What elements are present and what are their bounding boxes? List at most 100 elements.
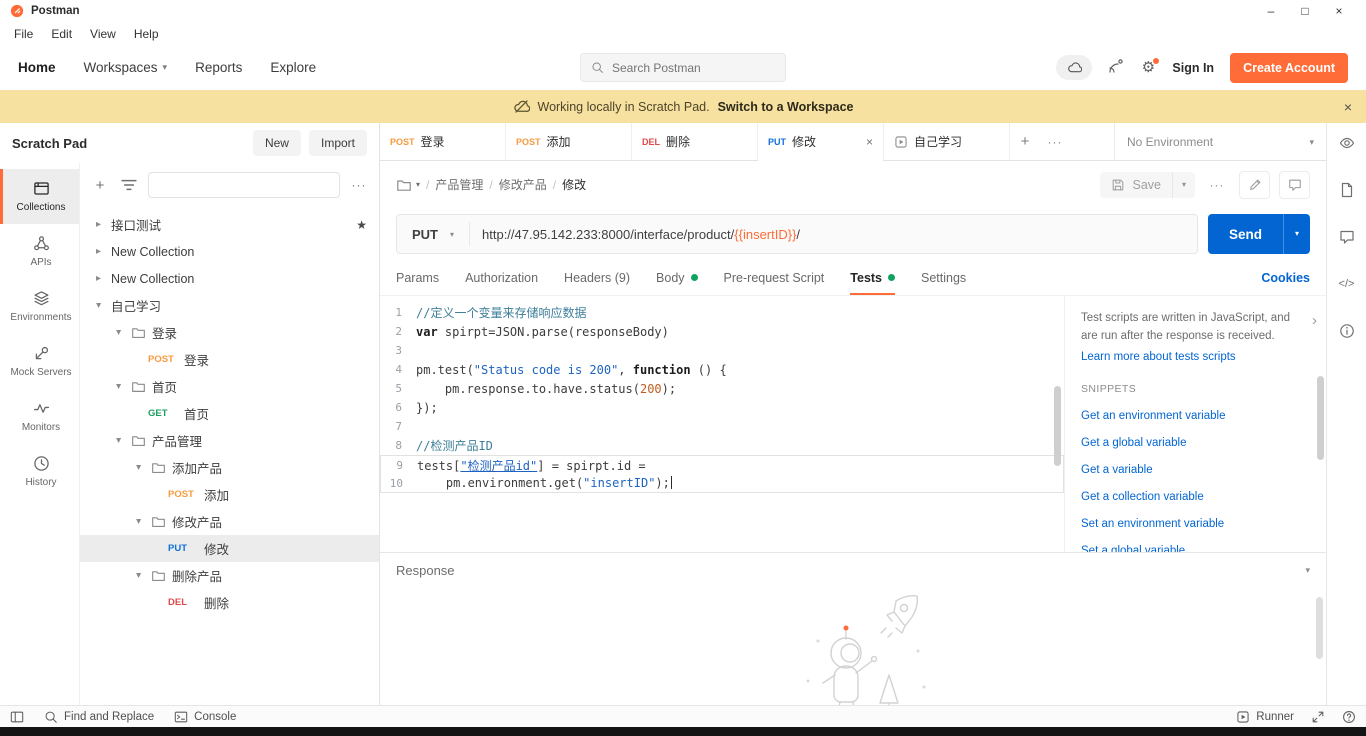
send-options-button[interactable]: ▾ <box>1283 214 1310 254</box>
new-button[interactable]: New <box>252 130 301 156</box>
method-selector[interactable]: PUT ▾ <box>397 227 469 242</box>
switch-workspace-link[interactable]: Switch to a Workspace <box>718 100 854 114</box>
code-editor[interactable]: 1//定义一个变量来存储响应数据 2 var spirpt=JSON.parse(r… <box>380 296 1064 552</box>
request-info-button[interactable] <box>1339 323 1355 339</box>
create-account-button[interactable]: Create Account <box>1230 52 1348 83</box>
help[interactable] <box>1342 710 1356 724</box>
snippet-link[interactable]: Get a collection variable <box>1081 491 1308 503</box>
tree-collection[interactable]: ▸ 自己学习 <box>80 292 379 319</box>
minimize-button[interactable]: – <box>1254 0 1288 22</box>
send-button[interactable]: Send <box>1207 214 1283 254</box>
open-tab[interactable]: 自己学习 <box>884 123 1010 160</box>
rail-monitors[interactable]: Monitors <box>0 389 79 444</box>
rail-mock[interactable]: Mock Servers <box>0 334 79 389</box>
maximize-button[interactable]: □ <box>1288 0 1322 22</box>
tree-folder[interactable]: ▸ 登录 <box>80 319 379 346</box>
req-tab-tests[interactable]: Tests <box>850 260 896 295</box>
open-tab[interactable]: POST 添加 <box>506 123 632 160</box>
expand-editor[interactable] <box>1311 710 1325 724</box>
req-tab-pre-request-script[interactable]: Pre-request Script <box>724 260 825 295</box>
tree-folder[interactable]: ▸ 添加产品 <box>80 454 379 481</box>
rail-apis[interactable]: APIs <box>0 224 79 279</box>
edit-button[interactable] <box>1239 170 1270 199</box>
find-and-replace[interactable]: Find and Replace <box>44 710 154 724</box>
request-more-button[interactable]: ··· <box>1204 171 1230 199</box>
save-button[interactable]: Save <box>1100 172 1172 198</box>
settings-button[interactable]: ⚙ <box>1140 56 1161 76</box>
search-input[interactable] <box>612 60 775 75</box>
req-tab-params[interactable]: Params <box>396 260 439 295</box>
close-tab-icon[interactable]: × <box>866 135 873 149</box>
open-tab[interactable]: DEL 删除 <box>632 123 758 160</box>
tree-collection[interactable]: ▸ 接口测试 ★ <box>80 211 379 238</box>
new-tab-button[interactable]: + <box>1010 123 1040 160</box>
snippets-scrollbar-thumb[interactable] <box>1317 376 1324 460</box>
snippet-link[interactable]: Set a global variable <box>1081 545 1308 552</box>
snippet-link[interactable]: Get a variable <box>1081 464 1308 476</box>
documentation-button[interactable] <box>1339 182 1355 198</box>
snippet-link[interactable]: Get an environment variable <box>1081 410 1308 422</box>
tree-folder[interactable]: ▸ 修改产品 <box>80 508 379 535</box>
environment-quick-look-button[interactable] <box>1339 135 1355 151</box>
tree-request[interactable]: POST 登录 <box>80 346 379 373</box>
nav-explore[interactable]: Explore <box>270 60 316 75</box>
nav-home[interactable]: Home <box>18 60 56 75</box>
code-snippet-button[interactable]: </> <box>1339 276 1355 292</box>
collection-crumb[interactable]: ▾ <box>396 177 420 193</box>
capture-requests-button[interactable] <box>1108 58 1124 78</box>
nav-reports[interactable]: Reports <box>195 60 242 75</box>
sign-in-button[interactable]: Sign In <box>1172 61 1214 75</box>
environment-selector[interactable]: No Environment ▾ <box>1114 123 1326 160</box>
breadcrumb-item[interactable]: 修改产品 <box>499 176 547 193</box>
url-input[interactable]: http://47.95.142.233:8000/interface/prod… <box>470 227 812 242</box>
response-section-header[interactable]: Response ▾ <box>380 553 1326 587</box>
menu-file[interactable]: File <box>14 27 33 41</box>
rail-environments[interactable]: Environments <box>0 279 79 334</box>
tree-folder[interactable]: ▸ 删除产品 <box>80 562 379 589</box>
menu-edit[interactable]: Edit <box>51 27 72 41</box>
filter-input[interactable] <box>148 172 340 198</box>
learn-more-link[interactable]: Learn more about tests scripts <box>1081 351 1308 363</box>
import-button[interactable]: Import <box>308 130 367 156</box>
tree-request[interactable]: POST 添加 <box>80 481 379 508</box>
collapse-panel-icon[interactable]: › <box>1312 312 1317 329</box>
req-tab-body[interactable]: Body <box>656 260 698 295</box>
toggle-sidebar[interactable] <box>10 710 24 724</box>
rail-history[interactable]: History <box>0 444 79 499</box>
req-tab-authorization[interactable]: Authorization <box>465 260 538 295</box>
tree-collection[interactable]: ▸ New Collection <box>80 238 379 265</box>
editor-scrollbar-thumb[interactable] <box>1054 386 1061 466</box>
console[interactable]: Console <box>174 710 236 724</box>
tree-request[interactable]: DEL 删除 <box>80 589 379 616</box>
menu-view[interactable]: View <box>90 27 116 41</box>
tree-request[interactable]: GET 首页 <box>80 400 379 427</box>
comment-button[interactable] <box>1279 170 1310 199</box>
breadcrumb-item[interactable]: 修改 <box>562 176 586 193</box>
tree-collection[interactable]: ▸ New Collection <box>80 265 379 292</box>
tab-options-button[interactable]: ··· <box>1040 123 1070 160</box>
snippet-link[interactable]: Get a global variable <box>1081 437 1308 449</box>
rail-collections[interactable]: Collections <box>0 169 79 224</box>
open-tab[interactable]: PUT 修改 × <box>758 123 884 161</box>
req-tab-headers[interactable]: Headers (9) <box>564 260 630 295</box>
add-collection-button[interactable]: + <box>90 175 110 195</box>
snippet-link[interactable]: Set an environment variable <box>1081 518 1308 530</box>
banner-close-button[interactable]: × <box>1344 99 1352 115</box>
tree-request[interactable]: PUT 修改 <box>80 535 379 562</box>
nav-workspaces[interactable]: Workspaces ▾ <box>84 60 168 75</box>
sync-cloud-button[interactable] <box>1056 55 1093 80</box>
response-scrollbar-thumb[interactable] <box>1316 597 1323 659</box>
menu-help[interactable]: Help <box>134 27 159 41</box>
open-tab[interactable]: POST 登录 <box>380 123 506 160</box>
close-window-button[interactable]: × <box>1322 0 1356 22</box>
tree-folder[interactable]: ▸ 首页 <box>80 373 379 400</box>
cookies-link[interactable]: Cookies <box>1261 271 1310 285</box>
save-options-button[interactable]: ▾ <box>1171 171 1195 198</box>
comments-button[interactable] <box>1339 229 1355 245</box>
runner[interactable]: Runner <box>1236 710 1294 724</box>
req-tab-settings[interactable]: Settings <box>921 260 966 295</box>
global-search[interactable] <box>580 53 786 82</box>
sort-filter-button[interactable] <box>119 175 139 195</box>
tree-folder[interactable]: ▸ 产品管理 <box>80 427 379 454</box>
collections-more-button[interactable]: ··· <box>349 175 369 195</box>
